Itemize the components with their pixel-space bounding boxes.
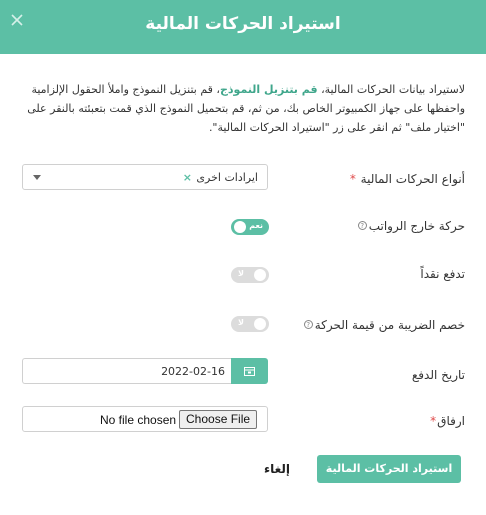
import-submit-button[interactable]: استيراد الحركات المالية	[317, 455, 461, 483]
intro-text: لاستيراد بيانات الحركات المالية، قم بتنز…	[21, 80, 465, 137]
required-mark: *	[349, 172, 356, 186]
types-label-text: أنواع الحركات المالية	[360, 172, 465, 186]
toggle-knob	[254, 269, 266, 281]
attachment-label: ارفاق*	[430, 414, 465, 428]
types-select[interactable]: ايرادات اخرى ×	[22, 164, 268, 190]
toggle-knob	[234, 221, 246, 233]
required-mark: *	[430, 414, 437, 428]
outside-salaries-label: حركة خارج الرواتب?	[357, 219, 465, 233]
outside-salaries-toggle[interactable]: نعم	[231, 219, 269, 235]
tax-deduct-toggle[interactable]: لا	[231, 316, 269, 332]
chevron-down-icon[interactable]	[33, 175, 41, 180]
file-status-text: No file chosen	[100, 413, 177, 427]
pay-date-input[interactable]: 2022-02-16	[22, 358, 231, 384]
file-input: No file chosen Choose File	[22, 406, 268, 432]
attachment-label-text: ارفاق	[437, 414, 465, 428]
toggle-knob	[254, 318, 266, 330]
intro-part1: لاستيراد بيانات الحركات المالية،	[317, 83, 465, 96]
close-icon[interactable]	[9, 14, 23, 28]
help-icon[interactable]: ?	[303, 320, 313, 329]
calendar-icon	[244, 367, 255, 376]
tax-deduct-label: خصم الضريبة من قيمة الحركة?	[303, 318, 465, 332]
cancel-button[interactable]: إلغاء	[264, 462, 290, 476]
pay-date-label: تاريخ الدفع	[411, 368, 465, 382]
cash-paid-toggle[interactable]: لا	[231, 267, 269, 283]
download-template-link[interactable]: قم بتنزيل النموذج	[220, 83, 318, 96]
clear-selection-icon[interactable]: ×	[183, 171, 192, 184]
pay-date-control: 2022-02-16	[22, 358, 268, 384]
types-label: أنواع الحركات المالية *	[350, 172, 465, 186]
cash-paid-label: تدفع نقداً	[420, 267, 465, 281]
help-icon[interactable]: ?	[357, 221, 367, 230]
choose-file-button[interactable]: Choose File	[179, 410, 258, 429]
outside-salaries-label-text: حركة خارج الرواتب	[368, 219, 465, 233]
tax-deduct-label-text: خصم الضريبة من قيمة الحركة	[314, 318, 465, 332]
calendar-button[interactable]	[231, 358, 268, 384]
toggle-label: نعم	[249, 221, 263, 230]
toggle-label: لا	[238, 318, 244, 327]
dialog-header: استيراد الحركات المالية	[0, 0, 486, 54]
dialog-title: استيراد الحركات المالية	[145, 14, 341, 34]
toggle-label: لا	[238, 269, 244, 278]
types-selected-value: ايرادات اخرى	[196, 171, 258, 184]
